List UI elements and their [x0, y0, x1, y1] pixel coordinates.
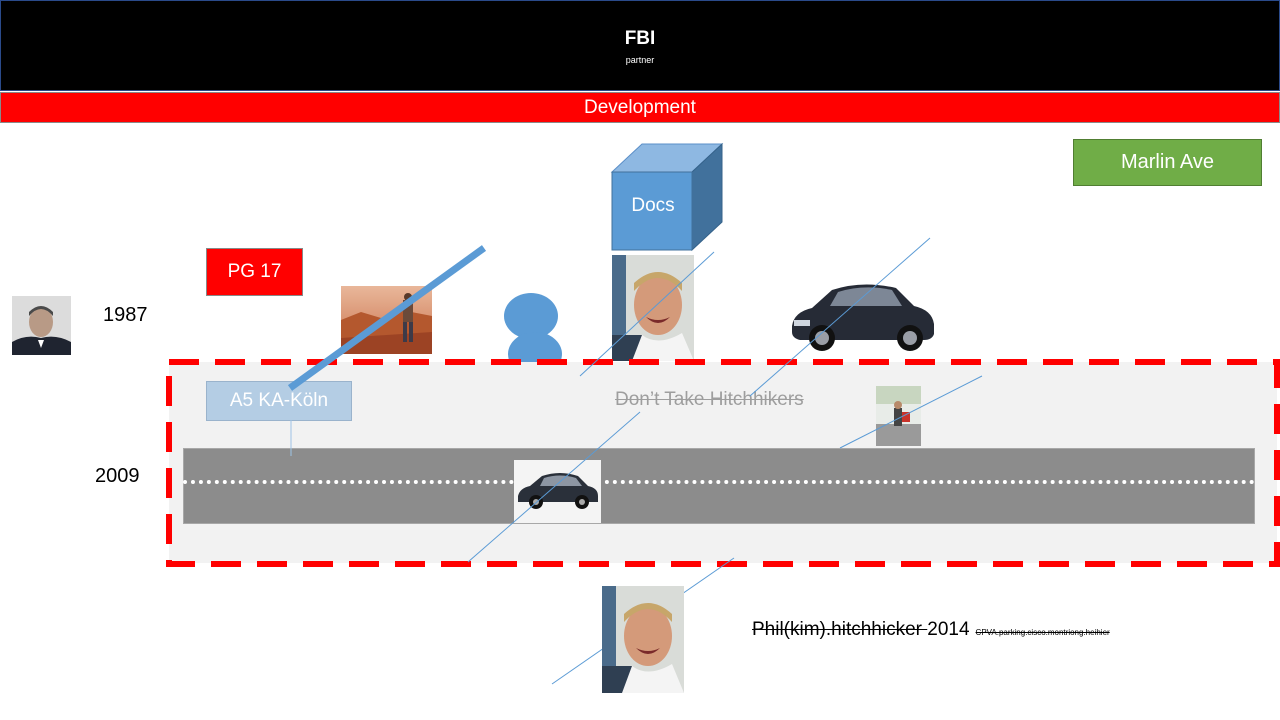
desert-hitchhiker-photo [341, 286, 432, 354]
development-banner: Development [0, 92, 1280, 123]
road-car-photo [514, 460, 601, 523]
road-bar [183, 448, 1255, 524]
black-car-image [792, 284, 934, 351]
year-1987-label: 1987 [103, 304, 148, 326]
laughing-man-photo [612, 255, 694, 361]
dont-take-hitchhikers-text: Don’t Take Hitchhikers [615, 389, 804, 410]
a5-pointer-line [290, 420, 292, 456]
docs-label: Docs [631, 195, 675, 216]
a5-ka-koln-box[interactable]: A5 KA-Köln [206, 381, 352, 421]
phil-hitchhiker-caption: Phil(kim).hitchhicker 2014 CPVA.parking.c… [752, 619, 1110, 641]
road-center-line [183, 480, 1255, 484]
phil-hitchhiker-text: Phil(kim).hitchhicker [752, 619, 928, 640]
roadside-hitchhiker-photo [876, 386, 921, 446]
header-subtitle: partner [625, 55, 655, 65]
laughing-man-photo-bottom [602, 586, 684, 693]
portrait-photo [12, 296, 71, 355]
year-2009-label: 2009 [95, 465, 140, 487]
marlin-ave-box[interactable]: Marlin Ave [1073, 139, 1262, 186]
small-note-text: CPVA.parking.cisco.montriong.heihier [975, 628, 1110, 637]
phil-year-text: 2014 [927, 619, 970, 640]
pg17-box[interactable]: PG 17 [206, 248, 303, 296]
header-title: FBI [624, 28, 656, 49]
